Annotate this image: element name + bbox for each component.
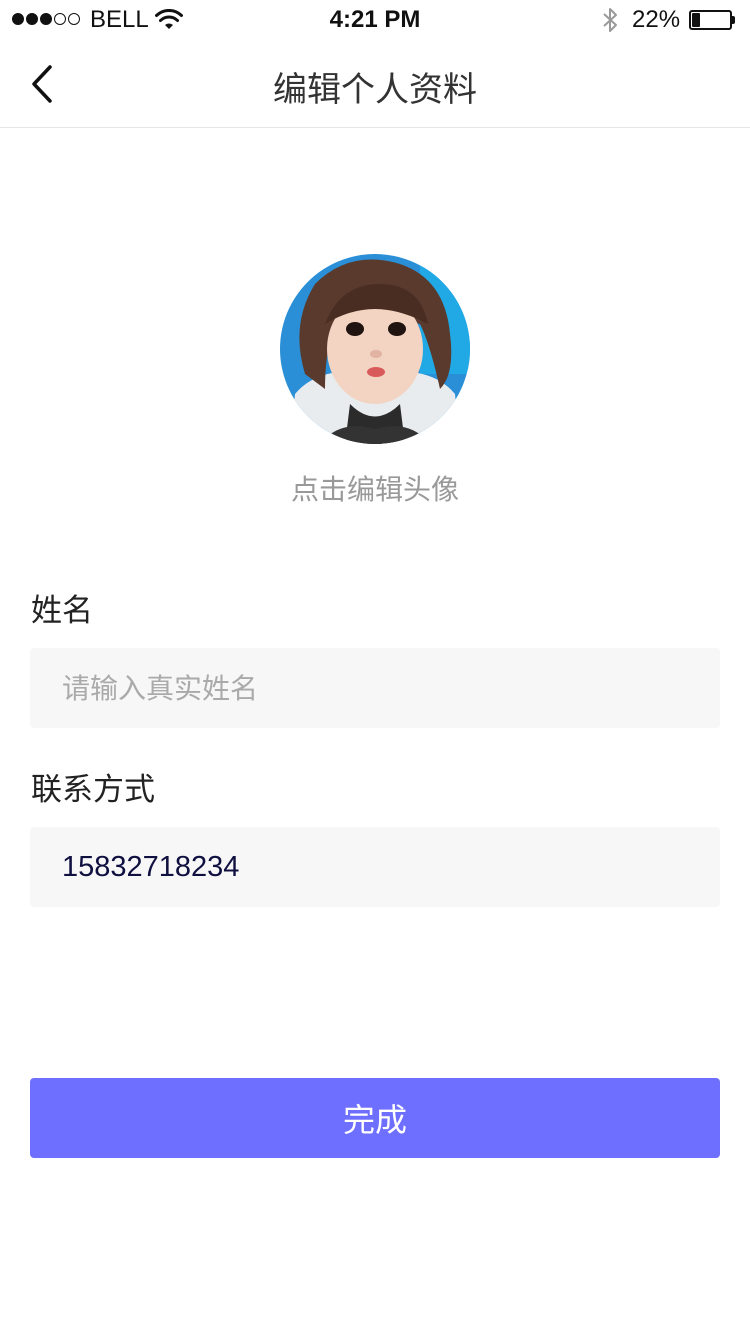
status-bar: BELL 4:21 PM 22%: [0, 0, 750, 40]
avatar-image[interactable]: [280, 254, 470, 444]
contact-label: 联系方式: [31, 772, 155, 808]
avatar-edit-hint[interactable]: 点击编辑头像: [0, 468, 750, 508]
name-input[interactable]: [30, 648, 720, 728]
done-button[interactable]: 完成: [30, 1078, 720, 1158]
bluetooth-icon: [603, 8, 617, 32]
name-label: 姓名: [31, 593, 93, 629]
navigation-bar: 编辑个人资料: [0, 40, 750, 128]
page-title: 编辑个人资料: [273, 70, 477, 110]
battery-percent: 22%: [632, 6, 681, 33]
avatar-photo: [280, 254, 470, 444]
battery-icon: [689, 10, 735, 30]
edit-profile-screen: BELL 4:21 PM 22% 编辑个人资料 点击编辑头像 姓名 请输入真实姓…: [0, 0, 750, 1334]
contact-input[interactable]: [30, 827, 720, 907]
